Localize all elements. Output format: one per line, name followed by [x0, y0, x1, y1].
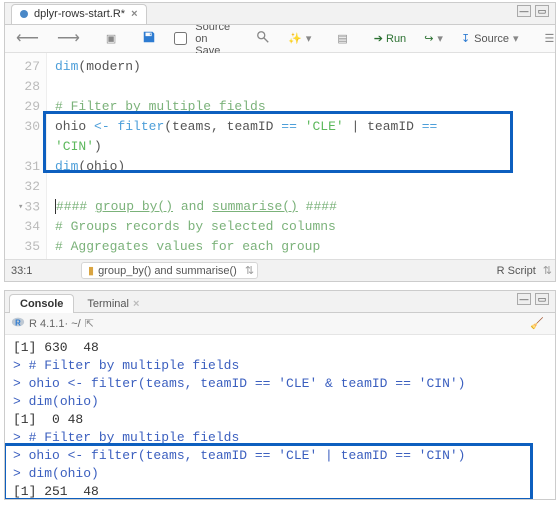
source-label: Source	[474, 33, 509, 45]
section-icon: ▮	[88, 264, 94, 277]
editor-pane: dplyr-rows-start.R* × — ▭ ⟵ ⟶ ▣ Source o…	[4, 2, 556, 282]
maximize-pane-button[interactable]: ▭	[535, 293, 549, 305]
console-output[interactable]: [1] 630 48 > # Filter by multiple fields…	[5, 335, 555, 499]
save-button[interactable]	[137, 27, 161, 50]
nav-back-button[interactable]: ⟵	[11, 28, 44, 50]
source-on-save-label: Source on Save	[195, 21, 230, 57]
save-icon	[142, 30, 156, 47]
notebook-icon: ▤	[337, 32, 347, 45]
minimize-pane-button[interactable]: —	[517, 293, 531, 305]
code-editor[interactable]: 27 28 29 30 31 32 ▾33 34 35 36 dim(moder…	[5, 53, 555, 259]
source-code[interactable]: dim(modern) # Filter by multiple fields …	[47, 53, 555, 259]
working-dir: · ~/	[64, 318, 80, 330]
close-tab-icon[interactable]: ×	[131, 8, 137, 20]
editor-toolbar: ⟵ ⟶ ▣ Source on Save ✨▾ ▤ ➔ Run ↪▾	[5, 25, 555, 53]
broom-icon: 🧹	[530, 317, 544, 330]
search-icon	[256, 30, 270, 47]
find-button[interactable]	[251, 27, 275, 50]
tab-console[interactable]: Console	[9, 294, 74, 313]
pane-window-buttons: — ▭	[517, 5, 549, 17]
editor-tab-active[interactable]: dplyr-rows-start.R* ×	[11, 4, 147, 24]
code-tools-button[interactable]: ✨▾	[283, 29, 316, 48]
r-file-icon	[20, 10, 28, 18]
pane-window-buttons: — ▭	[517, 293, 549, 305]
run-label: Run	[386, 33, 406, 45]
editor-statusbar: 33:1 ▮ group_by() and summarise() ⇅ R Sc…	[5, 259, 555, 281]
updown-icon: ⇅	[245, 264, 251, 277]
source-icon: ↧	[461, 32, 470, 45]
svg-text:R: R	[15, 319, 21, 328]
compile-report-button[interactable]: ▤	[332, 29, 352, 48]
clear-console-button[interactable]: 🧹	[525, 314, 549, 333]
console-pane: Console Terminal× — ▭ R R 4.1.1 · ~/ ⇱ 🧹…	[4, 290, 556, 500]
run-icon: ➔	[374, 32, 383, 45]
console-header: R R 4.1.1 · ~/ ⇱ 🧹	[5, 313, 555, 335]
r-version: R 4.1.1	[29, 318, 64, 330]
section-label: group_by() and summarise()	[98, 265, 237, 277]
section-navigator[interactable]: ▮ group_by() and summarise() ⇅	[81, 262, 258, 279]
close-terminal-icon[interactable]: ×	[133, 298, 139, 310]
rerun-button[interactable]: ↪▾	[419, 29, 448, 48]
minimize-pane-button[interactable]: —	[517, 5, 531, 17]
cursor-position: 33:1	[11, 265, 81, 277]
maximize-pane-button[interactable]: ▭	[535, 5, 549, 17]
show-in-new-window-button[interactable]: ▣	[101, 29, 121, 48]
language-selector[interactable]: R Script ⇅	[497, 264, 549, 277]
nav-fwd-button[interactable]: ⟶	[52, 28, 85, 50]
editor-tabbar: dplyr-rows-start.R* × — ▭	[5, 3, 555, 25]
source-button[interactable]: ↧ Source ▾	[456, 29, 524, 48]
source-on-save-checkbox[interactable]	[174, 32, 187, 45]
language-label: R Script	[497, 265, 536, 277]
wand-icon: ✨	[288, 32, 302, 45]
console-tabbar: Console Terminal× — ▭	[5, 291, 555, 313]
outline-icon: ☰	[545, 32, 555, 45]
run-button[interactable]: ➔ Run	[369, 29, 411, 48]
outline-button[interactable]: ☰	[540, 29, 560, 48]
updown-icon: ⇅	[543, 264, 549, 277]
gutter: 27 28 29 30 31 32 ▾33 34 35 36	[5, 53, 47, 259]
popup-wd-icon[interactable]: ⇱	[85, 317, 94, 330]
tab-terminal[interactable]: Terminal×	[76, 294, 150, 313]
tab-title: dplyr-rows-start.R*	[34, 8, 125, 20]
r-logo-icon: R	[11, 315, 25, 332]
